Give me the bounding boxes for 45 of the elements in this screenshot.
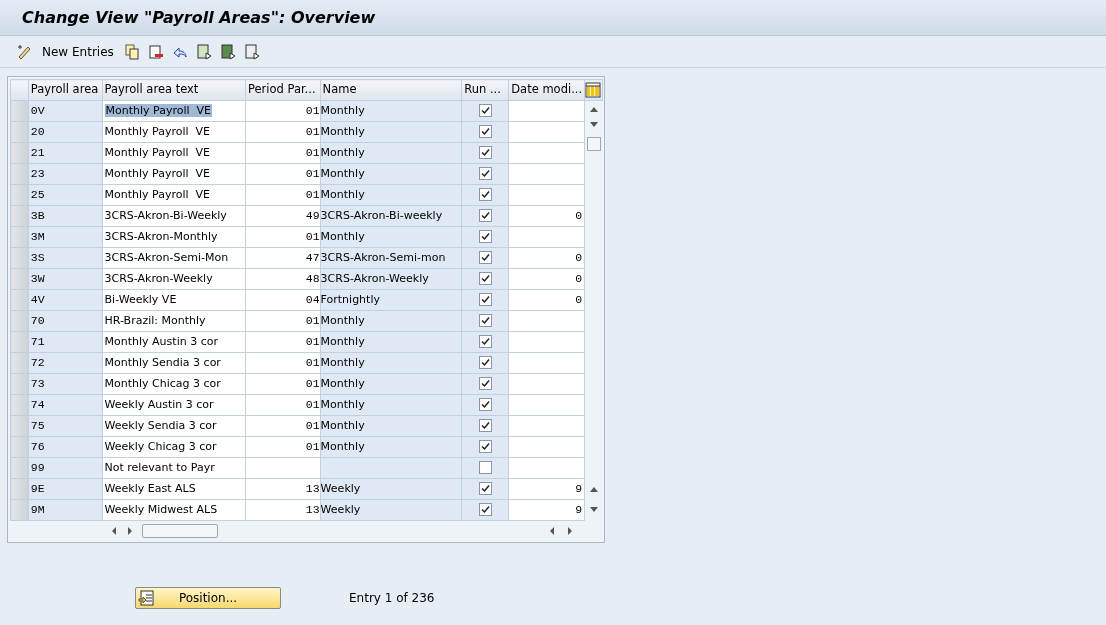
checkbox[interactable] <box>478 251 492 265</box>
position-button[interactable]: Position... <box>135 587 281 609</box>
entry-info: Entry 1 of 236 <box>349 590 435 607</box>
checkbox[interactable] <box>478 188 492 202</box>
checkbox[interactable] <box>478 272 492 286</box>
checkbox[interactable] <box>478 104 492 118</box>
checkbox[interactable] <box>478 167 492 181</box>
checkbox[interactable] <box>478 440 492 454</box>
checkbox[interactable] <box>478 146 492 160</box>
position-icon <box>138 590 154 606</box>
column-header[interactable]: Period Par... <box>245 79 321 101</box>
checkbox[interactable] <box>478 419 492 433</box>
pencil-icon[interactable] <box>16 43 32 60</box>
checkbox[interactable] <box>478 335 492 349</box>
scroll-down-icon[interactable] <box>588 121 599 129</box>
checkbox[interactable] <box>478 482 492 496</box>
table-cell: Monthly Payroll VE <box>104 103 213 117</box>
scroll-up-icon[interactable] <box>588 105 599 113</box>
checkbox[interactable] <box>478 377 492 391</box>
checkbox[interactable] <box>478 314 492 328</box>
checkbox[interactable] <box>478 398 492 412</box>
checkbox[interactable] <box>478 293 492 307</box>
checkbox[interactable] <box>478 503 492 517</box>
scroll-left-icon[interactable] <box>548 526 556 536</box>
copy-icon[interactable] <box>123 43 140 60</box>
scroll-down-icon[interactable] <box>588 505 599 514</box>
column-header[interactable]: Payroll area text <box>102 79 246 101</box>
scroll-thumb[interactable] <box>586 137 601 151</box>
column-header[interactable]: Name <box>320 79 462 101</box>
checkbox[interactable] <box>478 125 492 139</box>
scroll-right-icon[interactable] <box>566 526 574 536</box>
scroll-left-icon[interactable] <box>110 526 118 536</box>
corner-cell <box>10 79 29 101</box>
new-entries-button[interactable]: New Entries <box>40 42 116 61</box>
window-title: Change View "Payroll Areas": Overview <box>22 6 376 29</box>
scroll-right-icon[interactable] <box>126 526 134 536</box>
checkbox[interactable] <box>478 209 492 223</box>
column-header[interactable]: Date modi... <box>508 79 585 101</box>
column-header[interactable]: Payroll area <box>28 79 103 101</box>
checkbox[interactable] <box>478 461 492 475</box>
scroll-thumb[interactable] <box>142 524 218 538</box>
column-header[interactable]: Run ... <box>461 79 509 101</box>
checkbox[interactable] <box>478 230 492 244</box>
delete-row-icon[interactable] <box>147 43 164 60</box>
checkbox[interactable] <box>478 356 492 370</box>
